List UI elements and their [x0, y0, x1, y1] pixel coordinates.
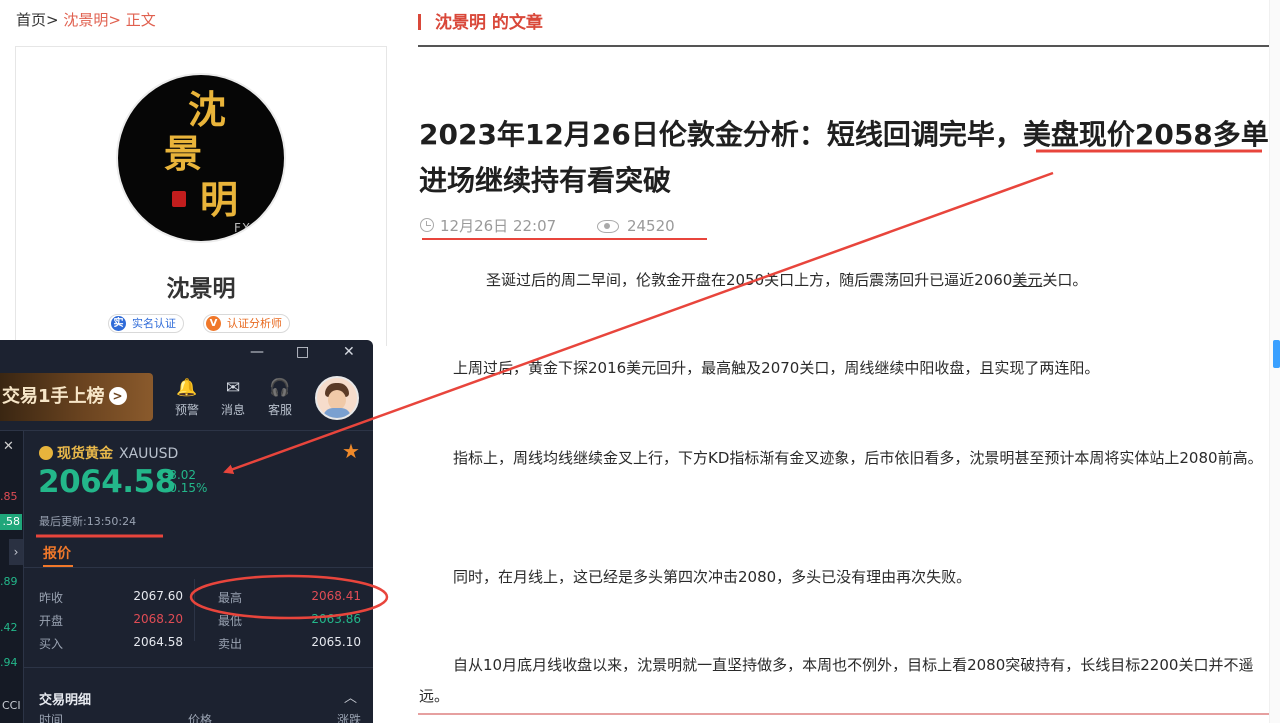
open-label: 开盘	[39, 614, 64, 628]
favorite-star-icon[interactable]: ★	[342, 439, 360, 463]
support-button[interactable]: 🎧 客服	[263, 378, 297, 418]
clock-icon	[420, 218, 434, 232]
watchlist-strip: ✕ .85 .58 › .89 .42 .94 CCI	[0, 431, 24, 723]
page-scrollbar-thumb[interactable]	[1273, 340, 1280, 368]
messages-button[interactable]: ✉ 消息	[216, 378, 250, 418]
analyst-icon: V	[206, 316, 221, 331]
article-paragraph-5: 自从10月底月线收盘以来，沈景明就一直坚持做多，本周也不例外，目标上看2080突…	[419, 656, 1254, 705]
breadcrumb-home[interactable]: 首页>	[16, 11, 59, 29]
close-panel-icon[interactable]: ✕	[3, 439, 14, 454]
article-meta: 12月26日 22:07 24520	[420, 215, 675, 236]
quote-panel: 现货黄金 XAUUSD ★ 2064.58 -3.02 -0.15% 最后更新:1…	[24, 431, 373, 723]
bell-icon: 🔔	[176, 378, 198, 398]
ask-value: 2065.10	[311, 635, 361, 649]
analyst-badge: V 认证分析师	[203, 314, 290, 333]
article-title: 2023年12月26日伦敦金分析：短线回调完毕，美盘现价2058多单进场继续持有…	[419, 118, 1269, 197]
article-paragraph-2: 上周过后，黄金下探2016美元回升，最高触及2070关口，周线继续中阳收盘，且实…	[453, 359, 1100, 377]
alert-label: 预警	[174, 403, 199, 417]
views-count: 24520	[626, 217, 675, 235]
section-divider	[418, 45, 1280, 47]
current-price: 2064.58	[38, 464, 176, 500]
tab-quote[interactable]: 报价	[43, 543, 71, 563]
last-updated: 最后更新:13:50:24	[39, 515, 137, 528]
article-paragraph-3: 指标上，周线均线继续金叉上行，下方KD指标渐有金叉迹象，后市依旧看多，沈景明甚至…	[453, 449, 1263, 467]
breadcrumb-author[interactable]: 沈景明>	[63, 11, 121, 29]
author-profile-card: 沈 景 明 FXA 沈景明 实实名认证 V 认证分析师	[15, 46, 387, 346]
details-col-time: 时间	[39, 713, 64, 723]
article-views: 24520	[596, 217, 675, 235]
details-divider	[24, 667, 373, 668]
chevron-right-icon[interactable]: ›	[9, 539, 23, 565]
high-label: 最高	[218, 591, 243, 605]
symbol-header: 现货黄金 XAUUSD	[39, 443, 178, 463]
details-col-change: 涨跌	[337, 713, 362, 723]
maximize-button[interactable]: □	[296, 344, 309, 360]
paragraph-1-text: 圣诞过后的周二早间，伦敦金开盘在2050关口上方，随后震荡回升已逼近2060	[486, 271, 1013, 289]
details-col-price: 价格	[188, 713, 213, 723]
trade-details-title[interactable]: 交易明细	[39, 689, 91, 708]
symbol-code: XAUUSD	[119, 446, 179, 462]
messages-label: 消息	[220, 403, 245, 417]
article-date: 12月26日 22:07	[440, 217, 557, 235]
chevron-up-icon[interactable]: ︿	[344, 687, 357, 706]
strip-value-2: .58	[0, 514, 22, 530]
ask-label: 卖出	[218, 637, 243, 651]
minimize-button[interactable]: —	[250, 344, 264, 360]
author-name: 沈景明	[166, 276, 236, 302]
arrow-right-icon: >	[108, 387, 127, 405]
low-value: 2063.86	[311, 612, 361, 626]
support-label: 客服	[267, 403, 292, 417]
mail-icon: ✉	[225, 378, 241, 398]
high-value: 2068.41	[311, 589, 361, 603]
verified-badge: 实实名认证	[108, 314, 184, 333]
strip-value-1: .85	[0, 490, 18, 503]
promo-text: 交易1手上榜	[2, 386, 105, 407]
price-change: -3.02 -0.15%	[165, 469, 207, 495]
trading-app-window: — □ ✕ 交易1手上榜 > 🔔 预警 ✉ 消息 🎧 客服 ✕ .85 .58 › .8…	[0, 340, 373, 723]
avatar-watermark: FXA	[234, 221, 261, 235]
analyst-label: 认证分析师	[227, 317, 282, 330]
avatar-seal	[172, 191, 186, 207]
open-value: 2068.20	[133, 612, 183, 626]
bid-value: 2064.58	[133, 635, 183, 649]
verified-label: 实名认证	[132, 317, 176, 330]
prev-close-label: 昨收	[39, 591, 64, 605]
tab-divider	[24, 567, 373, 568]
breadcrumb: 首页> 沈景明> 正文	[16, 9, 156, 30]
low-label: 最低	[218, 614, 243, 628]
symbol-name: 现货黄金	[57, 446, 113, 462]
section-title-bar	[418, 14, 421, 30]
prev-close-value: 2067.60	[133, 589, 183, 603]
paragraph-1-text-end: 关口。	[1042, 271, 1088, 289]
gold-coin-icon	[39, 446, 53, 460]
strip-value-5: .94	[0, 656, 18, 669]
change-percent: -0.15%	[165, 481, 208, 495]
strip-value-3: .89	[0, 575, 18, 588]
headset-icon: 🎧	[269, 378, 291, 398]
close-button[interactable]: ✕	[343, 344, 355, 360]
avatar-char-1: 沈	[188, 87, 227, 132]
quote-column-divider	[194, 579, 195, 641]
avatar-char-3: 明	[200, 177, 239, 222]
user-avatar[interactable]	[315, 376, 359, 420]
author-avatar[interactable]: 沈 景 明 FXA	[116, 73, 286, 243]
bottom-divider	[418, 713, 1278, 715]
section-title-text: 沈景明 的文章	[435, 13, 543, 33]
section-title: 沈景明 的文章	[418, 8, 543, 33]
app-toolbar: 交易1手上榜 > 🔔 预警 ✉ 消息 🎧 客服	[0, 368, 373, 430]
avatar-char-2: 景	[164, 131, 203, 176]
strip-value-6: CCI	[2, 699, 21, 712]
tab-active-indicator	[43, 565, 73, 567]
verified-icon: 实	[111, 316, 126, 331]
article-paragraph-4: 同时，在月线上，这已经是多头第四次冲击2080，多头已没有理由再次失败。	[453, 568, 972, 586]
promo-banner[interactable]: 交易1手上榜 >	[0, 373, 153, 421]
usd-link[interactable]: 美元	[1012, 271, 1042, 289]
bid-label: 买入	[39, 637, 64, 651]
alert-button[interactable]: 🔔 预警	[170, 378, 204, 418]
eye-icon	[596, 220, 619, 233]
window-titlebar[interactable]: — □ ✕	[0, 340, 373, 368]
strip-value-4: .42	[0, 621, 18, 634]
breadcrumb-current: 正文	[125, 11, 156, 29]
article-paragraph-1: 圣诞过后的周二早间，伦敦金开盘在2050关口上方，随后震荡回升已逼近2060美元…	[419, 265, 1279, 296]
